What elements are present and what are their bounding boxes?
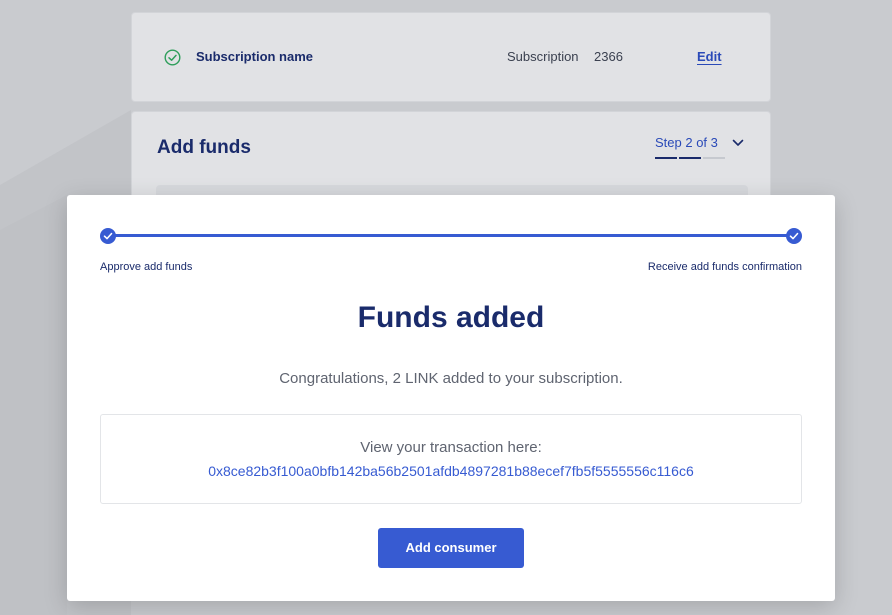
funds-added-modal: Approve add funds Receive add funds conf… xyxy=(67,195,835,601)
step-label-confirmation: Receive add funds confirmation xyxy=(647,261,802,273)
step-complete-left xyxy=(100,228,116,244)
progress-track xyxy=(108,234,794,237)
step-progress-bars xyxy=(655,157,725,159)
transaction-hash-link[interactable]: 0x8ce82b3f100a0bfb142ba56b2501afdb489728… xyxy=(101,463,801,479)
add-consumer-button[interactable]: Add consumer xyxy=(378,528,524,568)
transaction-label: View your transaction here: xyxy=(360,439,542,456)
step-label-approve: Approve add funds xyxy=(100,261,193,273)
check-icon xyxy=(789,232,799,240)
transaction-box: View your transaction here: 0x8ce82b3f10… xyxy=(100,414,802,504)
step-bar-3 xyxy=(703,157,725,159)
step-indicator[interactable]: Step 2 of 3 xyxy=(655,135,718,150)
step-bar-2 xyxy=(679,157,701,159)
add-funds-title: Add funds xyxy=(157,137,251,158)
check-circle-icon xyxy=(164,49,181,66)
subscription-name-label: Subscription name xyxy=(196,49,314,64)
subscription-name-card: Subscription name Subscription 2366 Edit xyxy=(131,12,771,102)
subscription-label: Subscription xyxy=(507,49,579,64)
modal-subtitle: Congratulations, 2 LINK added to your su… xyxy=(279,370,623,387)
check-icon xyxy=(103,232,113,240)
modal-title: Funds added xyxy=(357,301,545,334)
chevron-down-icon[interactable] xyxy=(732,139,744,147)
step-complete-right xyxy=(786,228,802,244)
subscription-value: 2366 xyxy=(594,49,623,64)
step-bar-1 xyxy=(655,157,677,159)
edit-link[interactable]: Edit xyxy=(697,49,722,64)
